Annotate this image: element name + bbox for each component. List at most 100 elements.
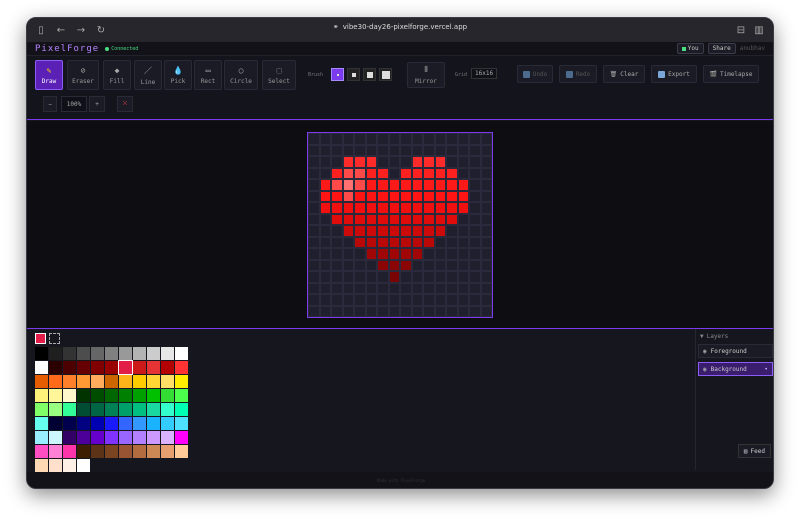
palette-swatch[interactable] [161, 389, 174, 402]
canvas-pixel[interactable] [319, 305, 331, 317]
palette-swatch[interactable] [105, 445, 118, 458]
palette-swatch[interactable] [133, 403, 146, 416]
canvas-pixel[interactable] [400, 305, 412, 317]
canvas-pixel[interactable] [411, 133, 423, 145]
palette-swatch[interactable] [175, 417, 188, 430]
palette-swatch[interactable] [77, 347, 90, 360]
share-button[interactable]: Share [707, 43, 736, 54]
canvas-pixel[interactable] [388, 213, 400, 225]
canvas-pixel[interactable] [365, 144, 377, 156]
canvas-pixel[interactable] [423, 259, 435, 271]
palette-swatch[interactable] [133, 361, 146, 374]
canvas-pixel[interactable] [308, 282, 320, 294]
palette-swatch[interactable] [49, 375, 62, 388]
canvas-pixel[interactable] [411, 271, 423, 283]
palette-swatch[interactable] [77, 417, 90, 430]
canvas-pixel[interactable] [342, 271, 354, 283]
canvas-pixel[interactable] [400, 271, 412, 283]
canvas-pixel[interactable] [377, 282, 389, 294]
palette-swatch[interactable] [91, 375, 104, 388]
palette-swatch[interactable] [147, 361, 160, 374]
grid-size-select[interactable]: 16x16 [471, 68, 498, 79]
canvas-pixel[interactable] [365, 167, 377, 179]
canvas-pixel[interactable] [377, 294, 389, 306]
canvas-pixel[interactable] [480, 305, 492, 317]
canvas-pixel[interactable] [446, 294, 458, 306]
canvas-pixel[interactable] [457, 271, 469, 283]
canvas-pixel[interactable] [423, 248, 435, 260]
user-chip[interactable]: You [676, 43, 704, 54]
canvas-pixel[interactable] [377, 259, 389, 271]
canvas-pixel[interactable] [423, 225, 435, 237]
canvas-pixel[interactable] [446, 282, 458, 294]
palette-swatch[interactable] [147, 417, 160, 430]
canvas-pixel[interactable] [434, 225, 446, 237]
canvas-pixel[interactable] [411, 190, 423, 202]
canvas-pixel[interactable] [308, 213, 320, 225]
canvas-pixel[interactable] [480, 248, 492, 260]
canvas-pixel[interactable] [365, 271, 377, 283]
palette-swatch[interactable] [161, 445, 174, 458]
canvas-pixel[interactable] [331, 282, 343, 294]
canvas-pixel[interactable] [480, 236, 492, 248]
canvas-pixel[interactable] [469, 202, 481, 214]
palette-swatch[interactable] [133, 431, 146, 444]
canvas-pixel[interactable] [319, 167, 331, 179]
palette-swatch[interactable] [77, 431, 90, 444]
canvas-pixel[interactable] [446, 190, 458, 202]
canvas-pixel[interactable] [388, 248, 400, 260]
palette-swatch[interactable] [49, 459, 62, 472]
palette-swatch[interactable] [63, 431, 76, 444]
canvas-pixel[interactable] [423, 190, 435, 202]
canvas-pixel[interactable] [457, 225, 469, 237]
canvas-pixel[interactable] [446, 271, 458, 283]
extension-icon[interactable]: ⊟ [735, 24, 747, 36]
canvas-pixel[interactable] [319, 156, 331, 168]
palette-swatch[interactable] [49, 389, 62, 402]
canvas-pixel[interactable] [423, 144, 435, 156]
canvas-pixel[interactable] [377, 225, 389, 237]
palette-swatch[interactable] [119, 347, 132, 360]
canvas-pixel[interactable] [411, 202, 423, 214]
palette-swatch[interactable] [161, 431, 174, 444]
canvas-pixel[interactable] [469, 179, 481, 191]
palette-swatch[interactable] [63, 445, 76, 458]
canvas-pixel[interactable] [388, 167, 400, 179]
canvas-pixel[interactable] [400, 144, 412, 156]
canvas-pixel[interactable] [342, 179, 354, 191]
tool-circle[interactable]: ○ Circle [224, 60, 258, 90]
canvas-pixel[interactable] [480, 202, 492, 214]
canvas-pixel[interactable] [411, 305, 423, 317]
canvas-pixel[interactable] [480, 156, 492, 168]
canvas-pixel[interactable] [411, 294, 423, 306]
canvas-pixel[interactable] [377, 167, 389, 179]
split-view-icon[interactable]: ▥ [753, 24, 765, 36]
canvas-pixel[interactable] [342, 294, 354, 306]
canvas-pixel[interactable] [354, 190, 366, 202]
canvas-pixel[interactable] [354, 282, 366, 294]
canvas-pixel[interactable] [388, 133, 400, 145]
canvas-pixel[interactable] [388, 144, 400, 156]
canvas-pixel[interactable] [434, 305, 446, 317]
canvas-pixel[interactable] [377, 236, 389, 248]
canvas-pixel[interactable] [388, 225, 400, 237]
canvas-pixel[interactable] [434, 248, 446, 260]
canvas-pixel[interactable] [377, 144, 389, 156]
canvas-pixel[interactable] [469, 167, 481, 179]
tool-select[interactable]: ⬚ Select [262, 60, 296, 90]
tool-draw[interactable]: ✎ Draw [35, 60, 63, 90]
canvas-pixel[interactable] [400, 259, 412, 271]
canvas-pixel[interactable] [469, 259, 481, 271]
canvas-pixel[interactable] [446, 225, 458, 237]
palette-swatch[interactable] [91, 389, 104, 402]
layer-foreground[interactable]: ◉ Foreground [698, 344, 773, 358]
canvas-pixel[interactable] [354, 271, 366, 283]
palette-swatch[interactable] [161, 375, 174, 388]
palette-swatch[interactable] [77, 361, 90, 374]
zoom-in-button[interactable]: + [89, 96, 105, 112]
canvas-pixel[interactable] [319, 133, 331, 145]
feed-button[interactable]: ▤ Feed [737, 444, 771, 458]
canvas-pixel[interactable] [342, 213, 354, 225]
palette-swatch[interactable] [91, 347, 104, 360]
canvas-pixel[interactable] [400, 225, 412, 237]
